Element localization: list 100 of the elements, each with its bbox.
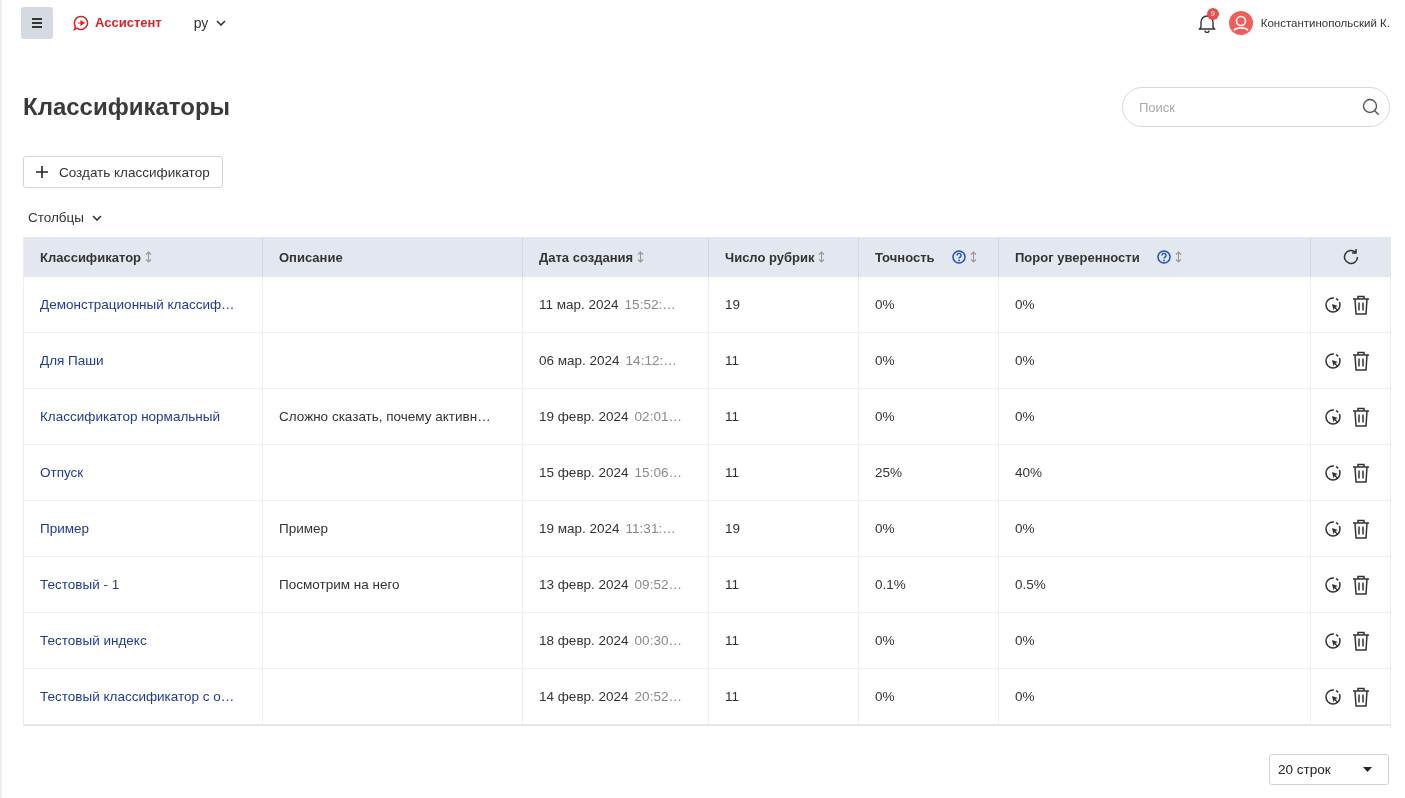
delete-button[interactable]	[1352, 462, 1370, 483]
creation-date: 06 мар. 2024	[539, 353, 620, 368]
column-header[interactable]: Классификатор	[23, 237, 263, 277]
delete-button[interactable]	[1352, 350, 1370, 371]
train-button[interactable]	[1323, 350, 1343, 371]
train-button[interactable]	[1323, 574, 1343, 595]
table-cell: 0%	[858, 668, 999, 725]
creation-time: 15:06…	[634, 465, 682, 480]
rows-per-page-select[interactable]: 20 строк	[1269, 754, 1389, 785]
trash-icon	[1352, 574, 1370, 595]
classifier-link[interactable]: Классификатор нормальный	[40, 409, 221, 424]
create-classifier-button[interactable]: Создать классификатор	[23, 156, 223, 188]
classifier-link[interactable]: Тестовый индекс	[40, 633, 147, 648]
table-cell: 11	[708, 668, 859, 725]
bell-icon	[1196, 12, 1217, 33]
column-header[interactable]: Дата создания	[522, 237, 709, 277]
menu-icon	[31, 17, 43, 28]
trash-icon	[1352, 630, 1370, 651]
table-cell: 0%	[858, 388, 999, 445]
table-cell: 19	[708, 500, 859, 557]
cursor-circle-icon	[1323, 462, 1343, 483]
table-cell: 0%	[858, 332, 999, 389]
table-cell: 0%	[858, 612, 999, 669]
column-header[interactable]: Порог уверенности	[998, 237, 1311, 277]
creation-time: 00:30…	[634, 633, 682, 648]
column-header[interactable]: Точность	[858, 237, 999, 277]
cursor-circle-icon	[1323, 518, 1343, 539]
table-cell: 11	[708, 612, 859, 669]
trash-icon	[1352, 350, 1370, 371]
user-name[interactable]: Константинопольский К.	[1260, 16, 1390, 29]
help-icon[interactable]	[951, 250, 966, 264]
trash-icon	[1352, 294, 1370, 315]
train-button[interactable]	[1323, 294, 1343, 315]
table-cell: 0%	[858, 500, 999, 557]
table-cell: 0%	[998, 332, 1311, 389]
chat-bubble-icon	[73, 14, 89, 31]
notifications-button[interactable]: 9	[1196, 10, 1221, 35]
creation-time: 20:52…	[634, 689, 682, 704]
trash-icon	[1352, 518, 1370, 539]
cursor-circle-icon	[1323, 686, 1343, 707]
classifier-link[interactable]: Для Паши	[40, 353, 104, 368]
table-cell: 0.1%	[858, 556, 999, 613]
table-cell: 0.5%	[998, 556, 1311, 613]
train-button[interactable]	[1323, 686, 1343, 707]
table-cell: 40%	[998, 444, 1311, 501]
classifier-link[interactable]: Тестовый классификатор с о…	[40, 689, 235, 704]
table-cell: 0%	[858, 277, 999, 333]
creation-time: 02:01…	[634, 409, 682, 424]
train-button[interactable]	[1323, 462, 1343, 483]
delete-button[interactable]	[1352, 574, 1370, 595]
creation-date: 14 февр. 2024	[539, 689, 629, 704]
column-header: Описание	[262, 237, 523, 277]
delete-button[interactable]	[1352, 630, 1370, 651]
caret-icon	[1363, 767, 1372, 772]
creation-date: 13 февр. 2024	[539, 577, 629, 592]
creation-date: 19 февр. 2024	[539, 409, 629, 424]
table-cell: 0%	[998, 388, 1311, 445]
help-icon[interactable]	[1156, 250, 1171, 264]
column-header[interactable]: Число рубрик	[708, 237, 859, 277]
search-icon	[1362, 98, 1380, 116]
table-cell: 11	[708, 388, 859, 445]
train-button[interactable]	[1323, 518, 1343, 539]
plus-icon	[36, 166, 48, 178]
page-title: Классификаторы	[23, 93, 231, 121]
classifier-link[interactable]: Демонстрационный классиф…	[40, 297, 235, 312]
table-cell: 11	[708, 444, 859, 501]
table-cell: 11	[708, 556, 859, 613]
creation-time: 11:31:…	[625, 521, 676, 536]
cursor-circle-icon	[1323, 350, 1343, 371]
table-cell: Пример	[262, 500, 523, 557]
chevron-down-icon	[216, 19, 227, 26]
table-cell: 0%	[998, 668, 1311, 725]
table-cell: 25%	[858, 444, 999, 501]
train-button[interactable]	[1323, 630, 1343, 651]
creation-date: 18 февр. 2024	[539, 633, 629, 648]
table-cell: 0%	[998, 277, 1311, 333]
cursor-circle-icon	[1323, 630, 1343, 651]
language-selector[interactable]: ру	[193, 14, 227, 31]
search-field[interactable]: Поиск	[1122, 87, 1390, 127]
table-cell: 11	[708, 332, 859, 389]
train-button[interactable]	[1323, 406, 1343, 427]
delete-button[interactable]	[1352, 686, 1370, 707]
avatar-icon	[1228, 10, 1253, 35]
notification-count: 9	[1206, 7, 1219, 20]
creation-date: 15 февр. 2024	[539, 465, 629, 480]
classifier-link[interactable]: Отпуск	[40, 465, 84, 480]
table-cell: Посмотрим на него	[262, 556, 523, 613]
classifier-link[interactable]: Тестовый - 1	[40, 577, 120, 592]
trash-icon	[1352, 406, 1370, 427]
columns-dropdown[interactable]: Столбцы	[28, 210, 103, 225]
table-cell: 19	[708, 277, 859, 333]
menu-button[interactable]	[21, 6, 53, 39]
chevron-down-icon	[92, 214, 103, 221]
table-cell: Сложно сказать, почему активн…	[262, 388, 523, 445]
creation-time: 15:52:…	[624, 297, 676, 312]
delete-button[interactable]	[1352, 294, 1370, 315]
delete-button[interactable]	[1352, 518, 1370, 539]
classifier-link[interactable]: Пример	[40, 521, 90, 536]
table-cell: 0%	[998, 500, 1311, 557]
delete-button[interactable]	[1352, 406, 1370, 427]
